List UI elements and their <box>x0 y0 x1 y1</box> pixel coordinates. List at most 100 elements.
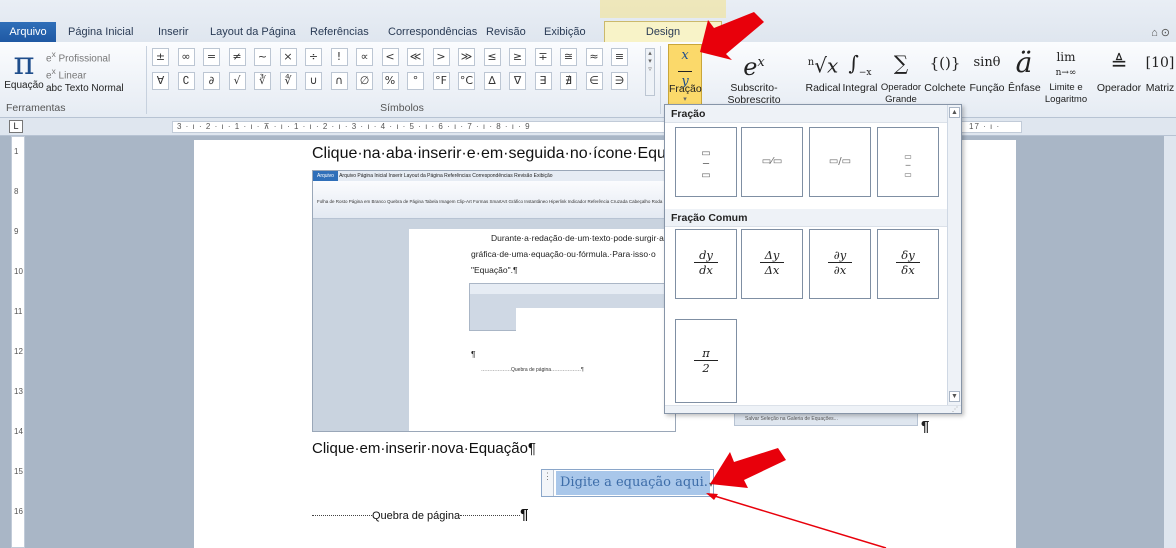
fraction-label: Fração <box>669 83 702 95</box>
integral-icon: ∫−x <box>848 51 872 78</box>
function-button[interactable]: sinθ Função <box>966 44 1008 114</box>
accent-button[interactable]: ä Ênfase <box>1008 44 1041 114</box>
symbol-button[interactable]: × <box>279 48 297 66</box>
skewed-fraction-item[interactable]: ▭⁄▭ <box>741 127 803 197</box>
fraction-small-delta-y-delta-x[interactable]: δy δx <box>877 229 939 299</box>
symbol-button[interactable]: ° <box>407 72 424 90</box>
symbol-button[interactable]: ∜ <box>279 72 297 90</box>
matrix-button[interactable]: [10] Matriz <box>1144 44 1176 114</box>
symbol-button[interactable]: ÷ <box>305 48 322 66</box>
chevron-down-icon[interactable]: ▾ <box>709 480 713 489</box>
save-selection-to-gallery[interactable]: Salvar Seleção na Galeria de Equações... <box>734 412 918 426</box>
symbol-button[interactable]: < <box>381 48 399 66</box>
symbol-button[interactable]: ∄ <box>560 72 577 90</box>
symbol-button[interactable]: ~ <box>254 48 271 66</box>
fraction-delta-y-delta-x[interactable]: Δy Δx <box>741 229 803 299</box>
vertical-scrollbar[interactable] <box>1164 136 1176 548</box>
symbol-button[interactable]: ∪ <box>305 72 322 90</box>
symbol-button[interactable]: > <box>432 48 450 66</box>
embedded-tabs: Arquivo Arquivo Página Inicial Inserir L… <box>313 171 675 181</box>
symbol-button[interactable]: ∓ <box>534 48 552 66</box>
symbols-scroll[interactable]: ▴ ▾ ▿ <box>645 48 655 96</box>
symbol-button[interactable]: ≪ <box>407 48 424 66</box>
sum-icon: ∑ <box>893 51 909 75</box>
symbol-button[interactable]: ∞ <box>177 48 195 66</box>
symbol-button[interactable]: °C <box>458 72 475 90</box>
embedded-page-break: ………………Quebra de página………………¶ <box>481 367 584 373</box>
tab-design[interactable]: Design <box>604 21 722 43</box>
gallery-scrollbar[interactable]: ▲ ▼ <box>947 105 961 405</box>
fraction-partial-y-partial-x[interactable]: ∂y ∂x <box>809 229 871 299</box>
symbol-button[interactable]: ∃ <box>534 72 552 90</box>
equation-placeholder-box[interactable]: ⋮ Digite a equação aqui. ▾ <box>541 469 714 497</box>
stacked-fraction-item[interactable]: ▭ ─ ▭ <box>675 127 737 197</box>
embedded-ribbon: Folha de Rosto Página em Branco Quebra d… <box>313 181 675 219</box>
symbol-button[interactable]: ≅ <box>560 48 577 66</box>
instruction-line-2: Clique·em·inserir·nova·Equação¶ <box>312 440 536 457</box>
tab-page-layout[interactable]: Layout da Página <box>204 22 302 42</box>
linear-fraction-item[interactable]: ▭/▭ <box>809 127 871 197</box>
symbol-button[interactable]: ∇ <box>509 72 526 90</box>
fraction-pi-over-2[interactable]: π2 <box>675 319 737 403</box>
tab-file[interactable]: Arquivo <box>0 22 56 42</box>
help-icon[interactable]: ⌂ ⊙ <box>1151 26 1170 39</box>
symbol-button[interactable]: ≥ <box>509 48 526 66</box>
symbol-button[interactable]: ∀ <box>152 72 169 90</box>
resize-grip-icon[interactable]: ⋰ <box>665 405 961 413</box>
symbol-button[interactable]: ∂ <box>203 72 220 90</box>
symbol-button[interactable]: ∋ <box>611 72 628 90</box>
pilcrow-mark: ¶ <box>921 418 930 435</box>
symbol-button[interactable]: °F <box>432 72 450 90</box>
fraction-dy-dx[interactable]: dy dx <box>675 229 737 299</box>
small-fraction-item[interactable]: ▭ ─ ▭ <box>877 127 939 197</box>
operator-button[interactable]: ≜ Operador <box>1094 44 1144 114</box>
symbol-button[interactable]: ! <box>330 48 348 66</box>
equation-button[interactable]: π Equação <box>4 46 44 91</box>
symbol-button[interactable]: ∆ <box>483 72 501 90</box>
professional-option[interactable]: ex Profissional <box>46 46 124 64</box>
tab-stop-selector[interactable]: L <box>9 120 23 133</box>
symbol-button[interactable]: ≈ <box>585 48 603 66</box>
symbol-button[interactable]: ∅ <box>356 72 373 90</box>
tab-mailings[interactable]: Correspondências <box>382 22 483 42</box>
equation-handle-icon[interactable]: ⋮ <box>542 470 554 496</box>
symbol-button[interactable]: ∝ <box>356 48 373 66</box>
limit-log-label: Limite e Logaritmo <box>1044 82 1088 105</box>
symbol-button[interactable]: √ <box>228 72 246 90</box>
scroll-down-icon[interactable]: ▼ <box>949 391 960 402</box>
tab-review[interactable]: Revisão <box>480 22 532 42</box>
tab-view[interactable]: Exibição <box>538 22 592 42</box>
symbol-button[interactable]: = <box>203 48 220 66</box>
ruler-row: L 3 · ı · 2 · ı · 1 · ı · ⊼ · ı · 1 · ı … <box>0 118 1176 136</box>
document-margin <box>1016 136 1176 548</box>
symbol-button[interactable]: ≡ <box>611 48 628 66</box>
symbol-button[interactable]: ≫ <box>458 48 475 66</box>
symbol-button[interactable]: ≤ <box>483 48 501 66</box>
equation-placeholder[interactable]: Digite a equação aqui. <box>556 471 710 495</box>
symbol-button[interactable]: ∩ <box>330 72 348 90</box>
symbol-button[interactable]: ∛ <box>254 72 271 90</box>
symbol-button[interactable]: ± <box>152 48 169 66</box>
scroll-up-icon[interactable]: ▲ <box>949 107 960 118</box>
tab-references[interactable]: Referências <box>304 22 375 42</box>
equation-format-options: ex Profissional ex Linear abc Texto Norm… <box>46 46 124 97</box>
fraction-icon: xy <box>669 45 701 88</box>
accent-label: Ênfase <box>1008 82 1041 94</box>
vruler-tick: 16 <box>14 507 23 516</box>
symbol-button[interactable]: ∈ <box>585 72 603 90</box>
vertical-ruler[interactable]: 1 8 9 10 11 12 13 14 15 16 <box>11 136 25 548</box>
tab-home[interactable]: Página Inicial <box>62 22 139 42</box>
gallery-section-fraction: Fração <box>665 105 961 123</box>
page-break-marker: Quebra de página ¶ <box>312 506 528 523</box>
linear-option[interactable]: ex Linear <box>46 63 124 81</box>
symbol-button[interactable]: ∁ <box>177 72 195 90</box>
ribbon: π Equação ex Profissional ex Linear abc … <box>0 42 1176 118</box>
symbol-button[interactable]: % <box>381 72 399 90</box>
tab-insert[interactable]: Inserir <box>152 22 195 42</box>
function-icon: sinθ <box>973 55 1001 70</box>
limit-log-button[interactable]: lim n→∞ Limite e Logaritmo <box>1040 44 1092 114</box>
symbol-button[interactable]: ≠ <box>228 48 246 66</box>
embedded-screenshot: Arquivo Arquivo Página Inicial Inserir L… <box>312 170 676 432</box>
normal-text-option[interactable]: abc Texto Normal <box>46 80 124 97</box>
integral-label: Integral <box>842 82 878 94</box>
